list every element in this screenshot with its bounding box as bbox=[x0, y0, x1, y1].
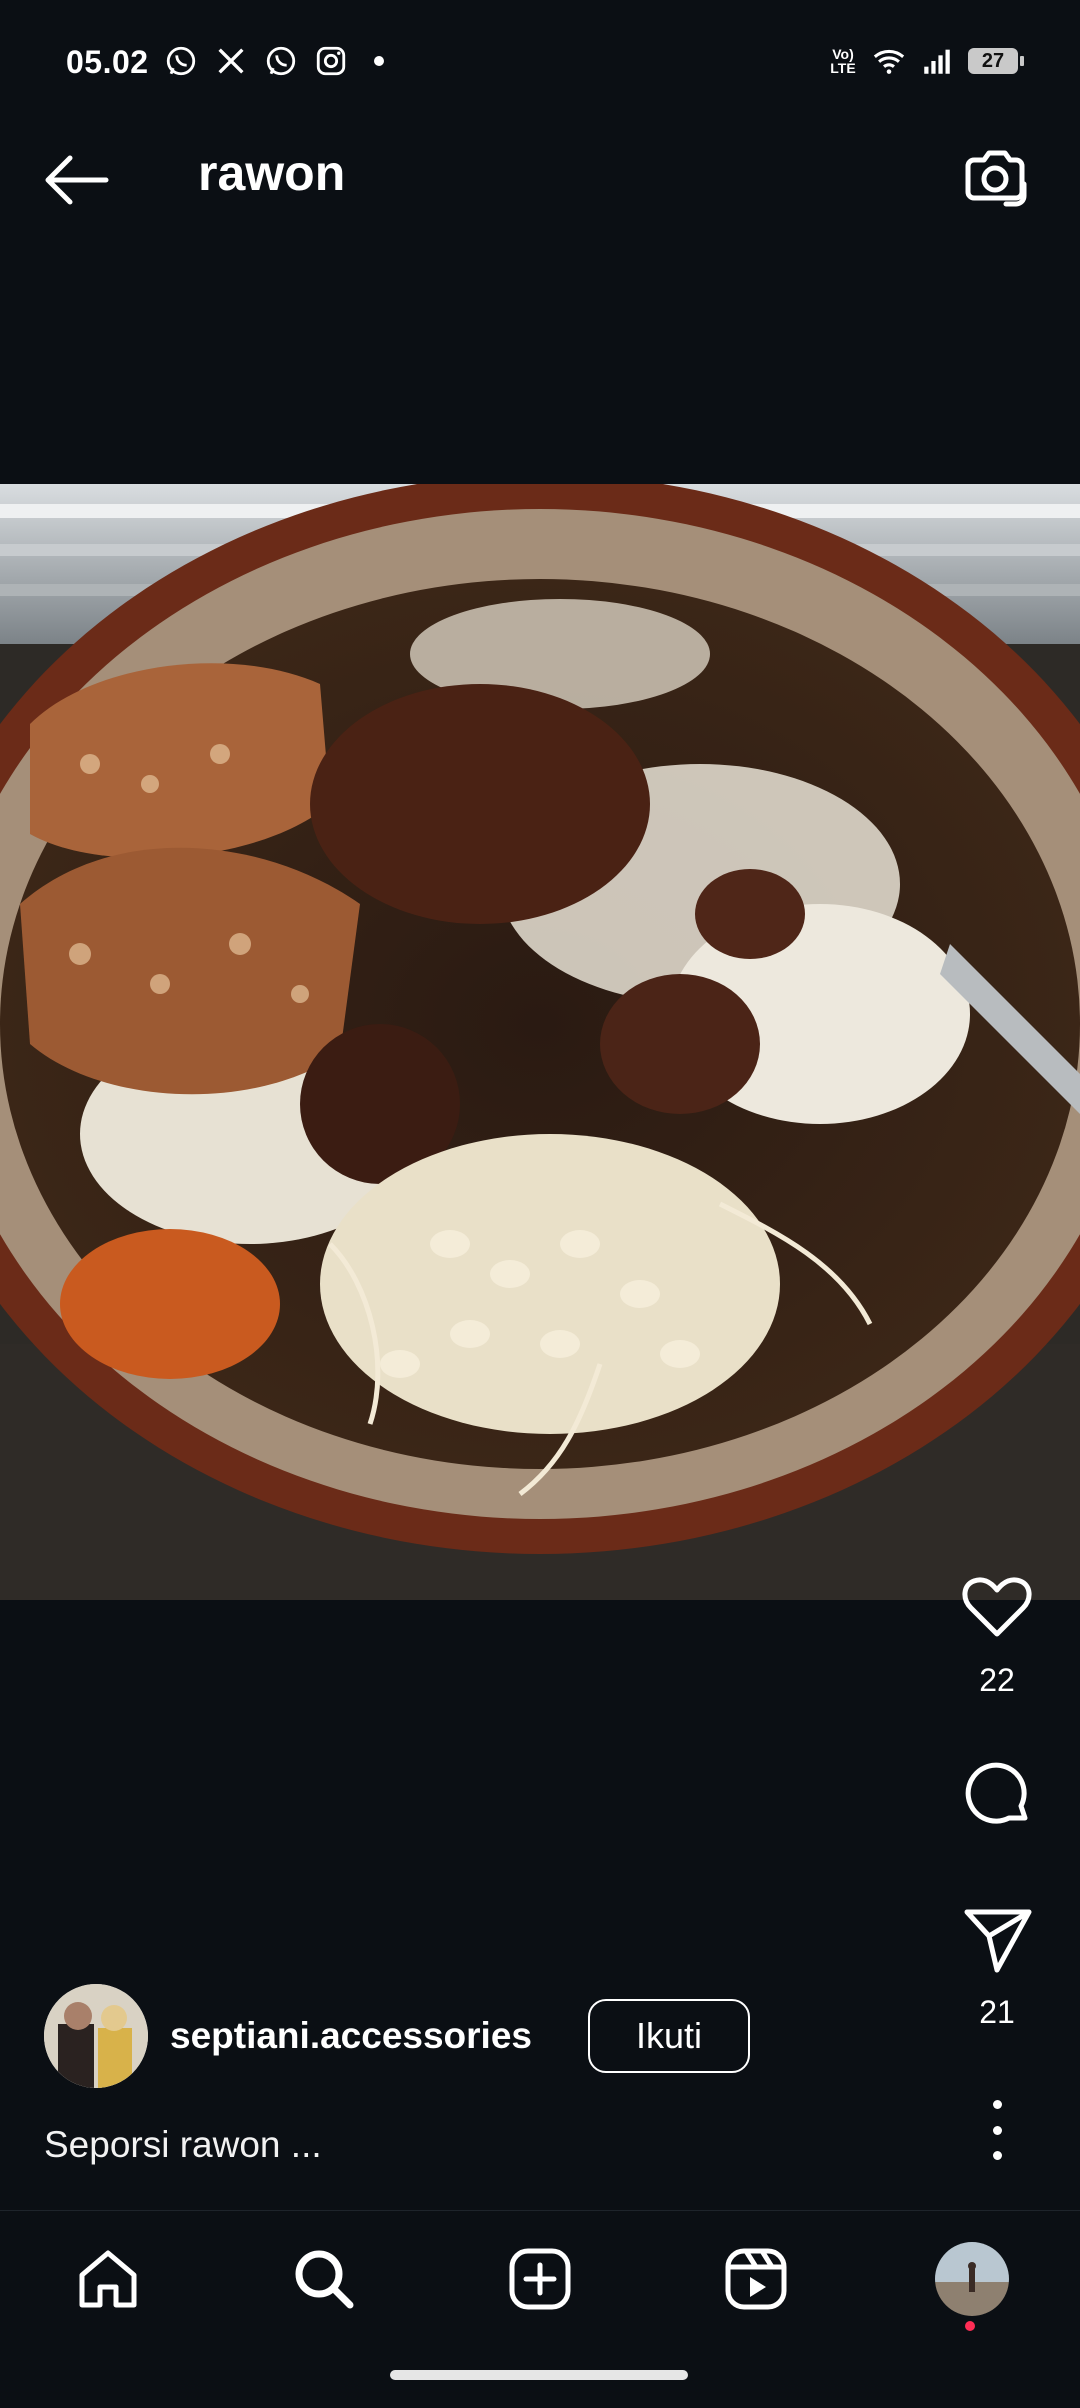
nav-reels[interactable] bbox=[716, 2239, 796, 2319]
like-action: 22 bbox=[952, 1570, 1042, 1699]
send-icon[interactable] bbox=[959, 1902, 1035, 1978]
more-notifications-dot bbox=[374, 56, 384, 66]
home-icon bbox=[79, 2250, 137, 2308]
share-action: 21 bbox=[952, 1902, 1042, 2031]
more-options-icon[interactable] bbox=[982, 2100, 1012, 2160]
system-indicators: Vo) LTE 27 bbox=[828, 44, 1024, 78]
battery-indicator: 27 bbox=[968, 48, 1024, 74]
follow-button[interactable]: Ikuti bbox=[588, 1999, 750, 2073]
back-arrow-icon[interactable] bbox=[40, 152, 112, 208]
home-indicator[interactable] bbox=[390, 2370, 688, 2380]
x-icon bbox=[218, 48, 244, 74]
comment-icon[interactable] bbox=[959, 1758, 1035, 1834]
post-caption[interactable]: Seporsi rawon ... bbox=[44, 2124, 322, 2166]
author-username[interactable]: septiani.accessories bbox=[170, 2015, 532, 2057]
nav-profile[interactable] bbox=[932, 2239, 1012, 2331]
share-count[interactable]: 21 bbox=[979, 1994, 1015, 2031]
more-dot bbox=[992, 2151, 1002, 2160]
instagram-icon bbox=[316, 46, 346, 76]
whatsapp-icon bbox=[166, 46, 196, 76]
top-bar: rawon bbox=[0, 100, 1080, 255]
nav-search[interactable] bbox=[284, 2239, 364, 2319]
like-count[interactable]: 22 bbox=[979, 1662, 1015, 1699]
post-image[interactable] bbox=[0, 484, 1080, 1600]
more-dot bbox=[992, 2125, 1002, 2135]
whatsapp-icon bbox=[266, 46, 296, 76]
volte-label: Vo) LTE bbox=[830, 46, 856, 76]
signal-icon bbox=[924, 49, 950, 74]
search-icon bbox=[295, 2250, 354, 2309]
comment-action bbox=[952, 1758, 1042, 1834]
status-time: 05.02 bbox=[66, 44, 149, 80]
more-dot bbox=[992, 2100, 1002, 2109]
add-post-icon bbox=[509, 2248, 571, 2310]
heart-icon[interactable] bbox=[959, 1570, 1035, 1646]
post-author: septiani.accessories Ikuti bbox=[44, 1984, 750, 2088]
notification-dot bbox=[965, 2321, 975, 2331]
wifi-icon bbox=[873, 49, 905, 74]
nav-create[interactable] bbox=[500, 2239, 580, 2319]
page-title: rawon bbox=[198, 145, 346, 201]
camera-icon[interactable] bbox=[960, 142, 1030, 212]
profile-avatar-image bbox=[935, 2242, 1009, 2316]
status-bar: 05.02 Vo) LTE 27 bbox=[0, 0, 1080, 100]
nav-home[interactable] bbox=[68, 2239, 148, 2319]
author-avatar[interactable] bbox=[44, 1984, 148, 2088]
rawon-dish-photo bbox=[0, 484, 1080, 1600]
notification-icons bbox=[164, 44, 384, 78]
author-avatar-image bbox=[44, 1984, 148, 2088]
reels-icon bbox=[725, 2248, 787, 2310]
profile-avatar bbox=[935, 2242, 1009, 2316]
